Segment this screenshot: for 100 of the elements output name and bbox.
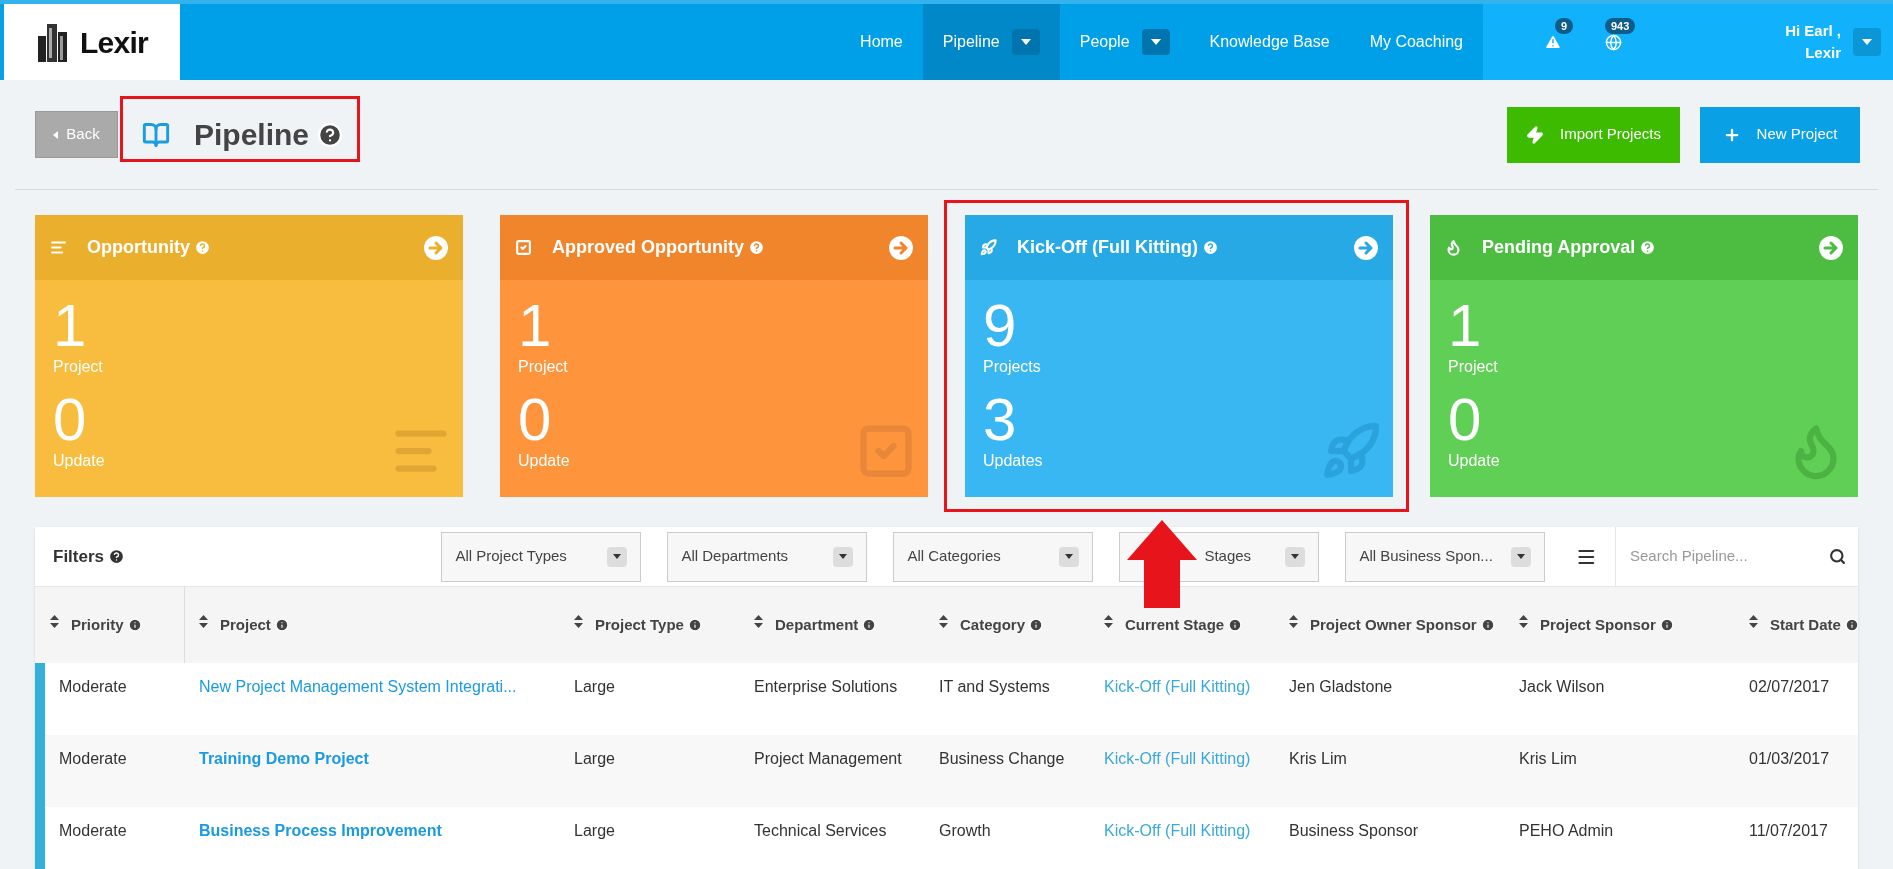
help-icon[interactable] xyxy=(317,121,344,148)
column-header[interactable]: Start Date xyxy=(1770,615,1841,635)
column-header[interactable]: Project Sponsor xyxy=(1540,615,1656,635)
alert-count-badge: 9 xyxy=(1555,18,1574,34)
search-field[interactable]: Search Pipeline... xyxy=(1630,545,1829,568)
stage-link[interactable]: Kick-Off (Full Kitting) xyxy=(1104,678,1251,695)
filters-label: Filters xyxy=(53,545,105,568)
update-count-label: Updates xyxy=(983,451,1044,471)
column-header[interactable]: Project xyxy=(220,615,271,635)
nav-item[interactable]: Home xyxy=(840,4,923,80)
search-icon[interactable] xyxy=(1829,548,1846,565)
rocket-icon xyxy=(980,239,997,256)
action-button[interactable]: New Project xyxy=(1700,106,1860,163)
sort-icon[interactable] xyxy=(574,615,583,628)
sort-icon[interactable] xyxy=(939,615,948,628)
brand-name: Lexir xyxy=(80,24,148,61)
bars-icon xyxy=(50,239,67,256)
sort-icon[interactable] xyxy=(1289,615,1298,628)
row-status-bar xyxy=(35,807,45,869)
sort-icon[interactable] xyxy=(1104,615,1113,628)
info-icon xyxy=(1659,618,1674,632)
stage-link[interactable]: Kick-Off (Full Kitting) xyxy=(1104,822,1251,839)
caret-icon xyxy=(1150,39,1161,45)
table-cell: Business Change xyxy=(939,750,1065,767)
info-icon xyxy=(127,618,142,632)
dropdown-caret-icon xyxy=(1059,546,1080,567)
dropdown-toggle[interactable] xyxy=(1141,29,1170,55)
project-count: 9 xyxy=(983,296,1018,356)
sort-icon[interactable] xyxy=(199,615,208,628)
project-link[interactable]: Business Process Improvement xyxy=(199,822,442,839)
project-count-label: Project xyxy=(518,357,569,377)
sort-icon[interactable] xyxy=(754,615,763,628)
filter-dropdown[interactable]: All Project Types xyxy=(441,531,642,582)
sort-icon[interactable] xyxy=(50,615,59,628)
filter-dropdown[interactable]: All Departments xyxy=(667,531,868,582)
caret-left-icon xyxy=(53,130,59,139)
sort-icon[interactable] xyxy=(1519,615,1528,628)
table-cell: Large xyxy=(574,822,615,839)
column-header[interactable]: Project Type xyxy=(595,615,684,635)
table-cell: IT and Systems xyxy=(939,678,1050,695)
info-icon xyxy=(1228,618,1243,632)
book-icon xyxy=(142,120,170,149)
table-cell: 01/03/2017 xyxy=(1749,750,1830,767)
update-count: 0 xyxy=(518,390,553,450)
table-cell: Large xyxy=(574,750,615,767)
nav-item[interactable]: Knowledge Base xyxy=(1189,4,1350,80)
table-cell: Kris Lim xyxy=(1289,750,1347,767)
info-icon xyxy=(1029,618,1044,632)
project-link[interactable]: New Project Management System Integrati... xyxy=(199,678,517,695)
stage-title: Approved Opportunity xyxy=(552,236,744,259)
globe-icon[interactable] xyxy=(1604,33,1622,51)
dropdown-toggle[interactable] xyxy=(1011,29,1040,55)
table-cell: Jack Wilson xyxy=(1519,678,1605,695)
filter-dropdown[interactable]: All Categories xyxy=(893,531,1094,582)
project-count-label: Project xyxy=(1448,357,1499,377)
stage-card[interactable]: Approved Opportunity 1 Project 0 Update xyxy=(500,215,928,497)
column-header[interactable]: Project Owner Sponsor xyxy=(1310,615,1477,635)
dropdown-caret-icon xyxy=(1285,546,1306,567)
table-cell: 02/07/2017 xyxy=(1749,678,1830,695)
table-cell: Large xyxy=(574,678,615,695)
update-count-label: Update xyxy=(1448,451,1501,471)
update-count: 0 xyxy=(53,390,88,450)
column-header[interactable]: Category xyxy=(960,615,1026,635)
table-cell: Kris Lim xyxy=(1519,750,1577,767)
project-link[interactable]: Training Demo Project xyxy=(199,750,369,767)
table-cell: Moderate xyxy=(59,678,127,695)
nav-item[interactable]: Pipeline xyxy=(922,4,1060,80)
table-cell: Moderate xyxy=(59,750,127,767)
stage-title: Opportunity xyxy=(87,236,190,259)
arrow-circle-icon[interactable] xyxy=(1354,235,1378,260)
project-count: 1 xyxy=(53,296,88,356)
dropdown-caret-icon xyxy=(607,546,628,567)
info-icon xyxy=(274,618,289,632)
caret-icon xyxy=(1020,39,1031,45)
sort-icon[interactable] xyxy=(1749,615,1758,628)
row-status-bar xyxy=(35,663,45,735)
stage-card[interactable]: Kick-Off (Full Kitting) 9 Projects 3 Updates xyxy=(965,215,1393,497)
nav-item[interactable]: People xyxy=(1059,4,1190,80)
page-title: Pipeline xyxy=(194,117,310,153)
caret-icon xyxy=(1862,39,1872,45)
stage-link[interactable]: Kick-Off (Full Kitting) xyxy=(1104,750,1251,767)
project-count-label: Project xyxy=(53,357,104,377)
arrow-circle-icon[interactable] xyxy=(889,235,913,260)
project-count: 1 xyxy=(518,296,553,356)
notification-count-badge: 943 xyxy=(1605,18,1636,34)
project-count-label: Projects xyxy=(983,357,1042,377)
column-header[interactable]: Current Stage xyxy=(1125,615,1225,635)
table-cell: Project Management xyxy=(754,750,902,767)
table-cell: Growth xyxy=(939,822,991,839)
user-menu-toggle[interactable] xyxy=(1853,28,1881,56)
back-button[interactable]: Back xyxy=(35,111,118,158)
filter-dropdown[interactable]: All Business Spon... xyxy=(1345,531,1546,582)
action-button[interactable]: Import Projects xyxy=(1507,106,1680,163)
stage-title: Pending Approval xyxy=(1482,236,1636,259)
update-count-label: Update xyxy=(518,451,571,471)
column-header[interactable]: Department xyxy=(775,615,859,635)
column-header[interactable]: Priority xyxy=(71,615,124,635)
nav-item[interactable]: My Coaching xyxy=(1349,4,1483,80)
table-cell: Business Sponsor xyxy=(1289,822,1418,839)
update-count: 0 xyxy=(1448,390,1483,450)
